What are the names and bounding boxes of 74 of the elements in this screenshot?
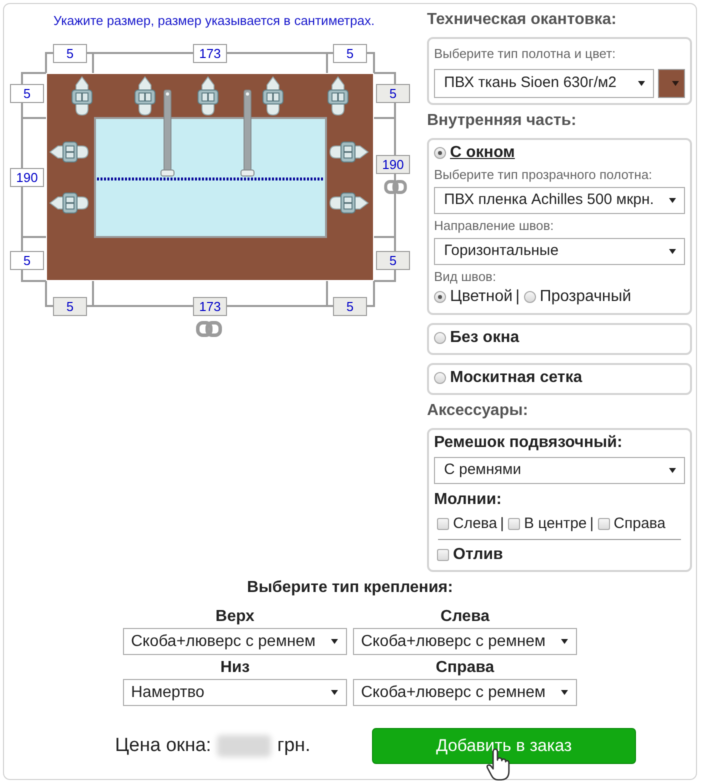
checkbox-label[interactable]: Слева xyxy=(453,514,498,534)
radio-button[interactable] xyxy=(434,332,446,344)
field-label: Выберите тип прозрачного полотна: xyxy=(434,166,654,184)
caret-icon xyxy=(669,198,676,203)
option-label[interactable]: Москитная сетка xyxy=(450,368,582,388)
caret-icon xyxy=(331,690,338,695)
caret-icon xyxy=(672,81,679,86)
color-select[interactable] xyxy=(658,69,685,98)
option-label[interactable]: С окном xyxy=(450,143,515,163)
radio-button[interactable] xyxy=(524,291,536,303)
section-heading: Выберите тип крепления: xyxy=(246,578,454,598)
checkbox[interactable] xyxy=(508,518,520,530)
checkbox[interactable] xyxy=(437,518,449,530)
option-label[interactable]: Без окна xyxy=(450,328,520,348)
dimension-field[interactable]: 5 xyxy=(10,251,44,270)
mounting-select[interactable]: Скоба+люверс с ремнем xyxy=(353,628,577,655)
currency-text: грн. xyxy=(277,734,310,758)
price-label: Цена окна: xyxy=(115,734,212,758)
dimension-field[interactable]: 5 xyxy=(333,44,367,63)
field-label: Верх xyxy=(214,607,256,627)
checkbox[interactable] xyxy=(598,518,610,530)
buckle-fastener xyxy=(72,76,92,116)
field-label: Направление швов: xyxy=(434,217,555,235)
instruction-text: Укажите размер, размер указывается в сантиметрах. xyxy=(52,12,376,29)
strap-select[interactable]: С ремнями xyxy=(434,457,685,484)
radio-button[interactable] xyxy=(434,372,446,384)
radio-button[interactable] xyxy=(434,291,446,303)
radio-label[interactable]: Цветной xyxy=(450,286,513,308)
fabric-select[interactable]: ПВХ ткань Sioen 630г/м2 xyxy=(434,69,654,98)
radio-button[interactable] xyxy=(434,147,446,159)
buckle-fastener xyxy=(330,142,368,162)
field-label: Выберите тип полотна и цвет: xyxy=(434,45,617,63)
buckle-fastener xyxy=(134,76,156,116)
buckle-fastener xyxy=(262,76,284,116)
mounting-select[interactable]: Намертво xyxy=(123,679,347,706)
checkbox[interactable] xyxy=(437,549,449,561)
mounting-select[interactable]: Скоба+люверс с ремнем xyxy=(123,628,347,655)
caret-icon xyxy=(561,690,568,695)
field-label: Слева xyxy=(440,607,491,627)
checkbox-label[interactable]: Справа xyxy=(614,514,666,534)
dimension-field[interactable]: 5 xyxy=(53,44,87,63)
caret-icon xyxy=(669,468,676,473)
chain-link-icon[interactable] xyxy=(196,321,222,337)
mounting-select[interactable]: Скоба+люверс с ремнем xyxy=(353,679,577,706)
seam-direction-select[interactable]: Горизонтальные xyxy=(434,238,685,265)
section-heading: Внутренняя часть: xyxy=(427,111,578,131)
checkbox-label[interactable]: Отлив xyxy=(453,545,503,565)
field-label: Вид швов: xyxy=(434,268,498,286)
film-select[interactable]: ПВХ пленка Achilles 500 мкрн. xyxy=(434,187,685,214)
buckle-fastener xyxy=(50,142,88,162)
radio-label[interactable]: Прозрачный xyxy=(540,286,632,308)
separator-text: | xyxy=(590,514,594,534)
field-label: Низ xyxy=(219,658,251,678)
caret-icon xyxy=(331,639,338,644)
buckle-fastener xyxy=(330,192,368,214)
section-heading: Техническая окантовка: xyxy=(427,10,618,30)
buckle-fastener xyxy=(198,76,218,116)
separator-text: | xyxy=(500,514,504,534)
caret-icon xyxy=(638,81,645,86)
field-label: Справа xyxy=(434,658,496,678)
separator-text: | xyxy=(516,287,520,307)
dimension-field[interactable]: 173 xyxy=(193,44,227,63)
buckle-fastener xyxy=(50,192,88,214)
section-heading: Аксессуары: xyxy=(427,401,530,421)
checkbox-label[interactable]: В центре xyxy=(524,514,587,534)
blurred-price xyxy=(217,735,272,757)
dimension-field[interactable]: 5 xyxy=(10,84,44,103)
caret-icon xyxy=(669,249,676,254)
chain-link-icon[interactable] xyxy=(384,180,407,194)
dimension-field[interactable]: 190 xyxy=(10,168,44,187)
field-label: Молнии: xyxy=(434,490,503,510)
field-label: Ремешок подвязочный: xyxy=(434,433,624,453)
buckle-fastener xyxy=(328,76,348,116)
caret-icon xyxy=(561,639,568,644)
